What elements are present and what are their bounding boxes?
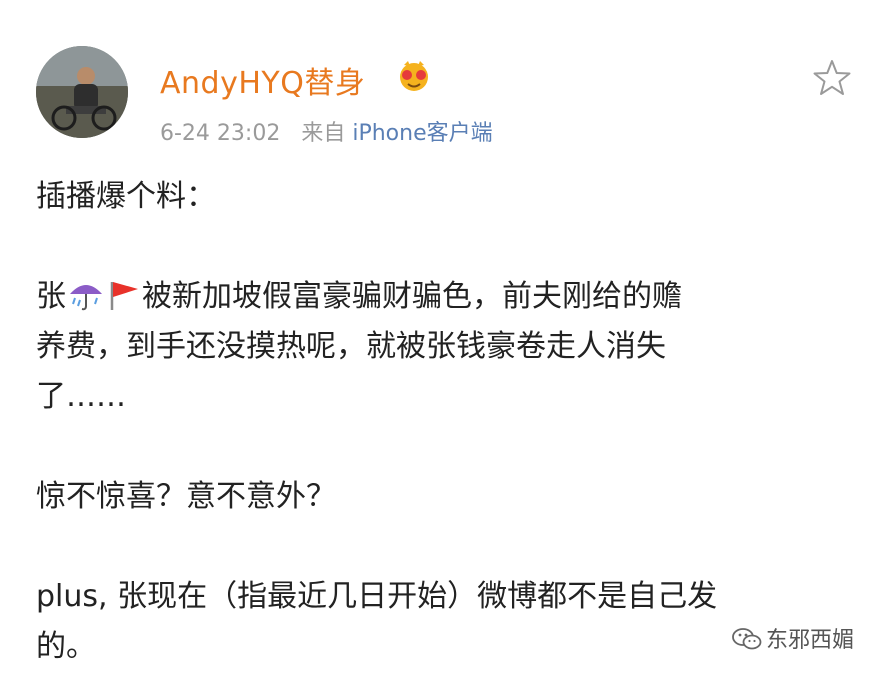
post-line: 养费，到手还没摸热呢，就被张钱豪卷走人消失 <box>36 329 666 364</box>
avatar[interactable] <box>36 46 128 138</box>
avatar-photo <box>36 46 128 138</box>
watermark: 东邪西媚 <box>732 622 854 654</box>
post-meta: 6-24 23:02 来自 iPhone客户端 <box>160 115 493 147</box>
watermark-text: 东邪西媚 <box>766 628 855 653</box>
post-line: 了…… <box>36 379 126 414</box>
post-text: 张 <box>36 279 66 314</box>
source-prefix: 来自 <box>301 121 346 146</box>
vip-badge-icon <box>400 61 428 91</box>
source-device[interactable]: iPhone客户端 <box>352 121 492 146</box>
post-body: 插播爆个料： 张 被新加坡假富豪骗财骗色，前夫刚给的赡 养费，到手还没摸热呢，就… <box>36 172 856 672</box>
umbrella-rain-icon <box>70 285 102 311</box>
post-line: 张 被新加坡假富豪骗财骗色，前夫刚给的赡 <box>36 272 856 322</box>
post-line: 惊不惊喜？意不意外？ <box>36 479 336 514</box>
post-text: 被新加坡假富豪骗财骗色，前夫刚给的赡 <box>142 279 682 314</box>
star-icon[interactable] <box>812 58 852 98</box>
post-line: 插播爆个料： <box>36 179 216 214</box>
post-line: plus, 张现在（指最近几日开始）微博都不是自己发 <box>36 579 718 614</box>
post-time: 6-24 23:02 <box>160 121 281 146</box>
red-flag-icon <box>110 282 138 310</box>
username[interactable]: AndyHYQ替身 <box>160 58 365 102</box>
wechat-icon <box>732 628 762 650</box>
